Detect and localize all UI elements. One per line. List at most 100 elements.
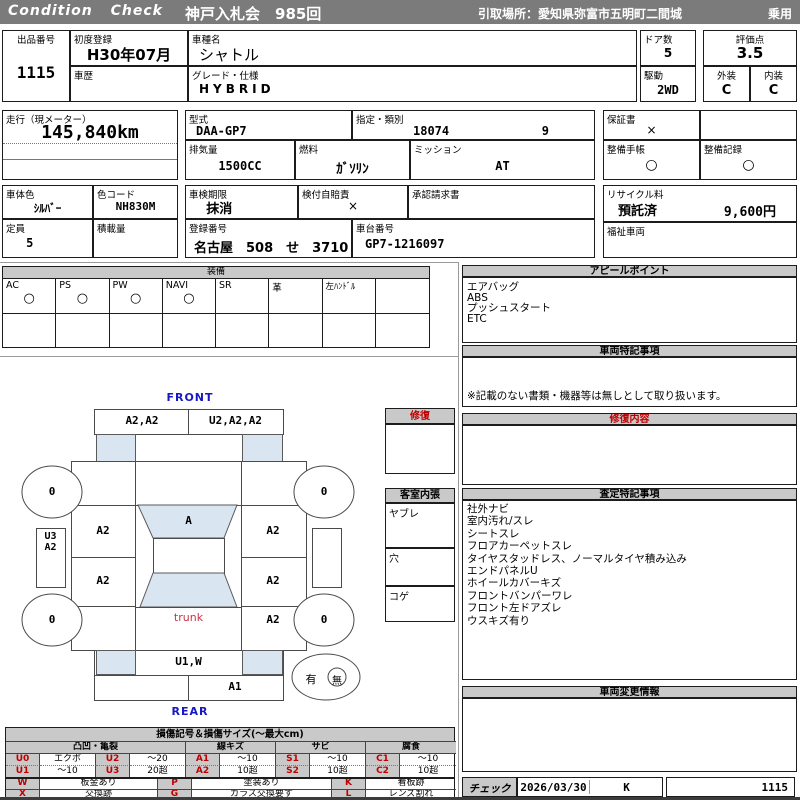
interior-trim-row-tear: ヤブレ: [385, 503, 455, 548]
assessment-item: シートスレ: [467, 527, 520, 540]
equipment-cell: PW ○: [110, 279, 163, 313]
drive-label: 駆動: [644, 71, 664, 82]
vehicle-category: 乗用: [767, 7, 792, 21]
tire-rear-left-code: 0: [48, 613, 56, 626]
registration-number-label: 登録番号: [189, 224, 228, 235]
exterior-grade-cell: 外装 C: [703, 66, 750, 102]
equipment-cell: [269, 313, 323, 347]
first-registration-value: H30年07月: [86, 46, 172, 64]
legend-code: A2: [186, 765, 220, 777]
check-inspector: K: [623, 781, 630, 794]
maintenance-book-label: 整備手帳: [607, 145, 646, 156]
assessment-item: 室内汚れ/スレ: [467, 515, 534, 528]
interior-trim-label: 穴: [389, 554, 399, 565]
equipment-cell: [322, 313, 376, 347]
rear-panel-code: U1,W: [175, 655, 202, 668]
payload-label: 積載量: [97, 224, 126, 235]
type-class-cell: 指定・類別 18074 9: [352, 110, 595, 140]
maintenance-book-value: ○: [645, 157, 658, 173]
fuel-value: ｶﾞｿﾘﾝ: [336, 162, 369, 177]
grade-value: HYBRID: [199, 82, 275, 96]
equipment-cell: SR: [216, 279, 270, 313]
rear-label: REAR: [171, 705, 209, 718]
chassis-number-value: GP7-1216097: [365, 237, 445, 251]
empty-cell: [700, 110, 797, 140]
equipment-cell: [376, 279, 429, 313]
divider: [0, 262, 458, 263]
recycle-fee-value: 9,600円: [723, 205, 776, 220]
equipment-cell: AC ○: [3, 279, 57, 313]
left-front-panel-code: A2: [96, 524, 110, 537]
presence-no-label: 無: [332, 676, 342, 687]
presence-yes-label: 有: [305, 673, 317, 686]
type-class-label: 指定・類別: [356, 115, 404, 126]
legend-cell: 20超: [130, 765, 186, 777]
lot-number-value: 1115: [16, 63, 56, 82]
legend-code: A1: [186, 753, 220, 765]
transmission-label: ミッション: [414, 145, 462, 156]
legend-code: S1: [276, 753, 310, 765]
legend-code: W: [6, 779, 40, 789]
front-bumper-left-code: A2,A2: [125, 414, 159, 427]
front-bumper-right-code: U2,A2,A2: [209, 414, 262, 427]
legend-code: U3: [96, 765, 130, 777]
equipment-cell: [56, 313, 110, 347]
brand-logo: Condition Check: [8, 3, 163, 19]
auction-title: 神戸入札会 985回: [185, 5, 322, 23]
assessment-item: タイヤスタッドレス、ノーマルタイヤ積み込み: [467, 552, 687, 565]
assessment-notes-title: 査定特記事項: [462, 488, 797, 500]
change-info-title: 車両変更情報: [462, 686, 797, 698]
equipment-value: ○: [23, 291, 35, 306]
tire-front-left-code: 0: [48, 485, 56, 498]
check-date: 2026/03/30: [520, 781, 587, 794]
displacement-value: 1500CC: [218, 159, 262, 173]
capacity-label: 定員: [6, 224, 26, 235]
legend-code: K: [332, 779, 366, 789]
interior-trim-label: ヤブレ: [389, 509, 419, 520]
front-label: FRONT: [166, 391, 214, 404]
fuel-cell: 燃料 ｶﾞｿﾘﾝ: [295, 140, 410, 180]
class-number-value: 9: [541, 124, 549, 138]
equipment-label: 左ﾊﾝﾄﾞﾙ: [325, 282, 356, 292]
exterior-grade-label: 外装: [716, 71, 736, 82]
equipment-value: ○: [183, 291, 195, 306]
legend-code: U1: [6, 765, 40, 777]
history-label2: 車歴: [74, 71, 94, 82]
displacement-label: 排気量: [189, 145, 218, 156]
equipment-cell: [109, 313, 163, 347]
interior-grade-value: C: [768, 83, 779, 98]
warranty-value: ×: [646, 123, 657, 137]
equipment-label: 革: [272, 283, 282, 294]
warranty-cell: 保証書 ×: [603, 110, 700, 140]
history-cell: 車歴: [70, 66, 188, 102]
legend-cell: 10超: [220, 765, 276, 777]
insurance-value: ×: [347, 199, 359, 213]
right-quarter-panel-code: A2: [266, 613, 280, 626]
doors-value: 5: [663, 46, 673, 60]
registration-number-value: 名古屋 508 せ 3710: [194, 241, 349, 256]
legend-cell: ～10: [40, 765, 96, 777]
equipment-label: PW: [112, 280, 128, 291]
first-registration-cell: 初度登録 H30年07月: [70, 30, 188, 66]
legend-cell: ～10: [400, 753, 456, 765]
check-lot-number-cell: 1115: [666, 777, 795, 797]
model-code-cell: 型式 DAA-GP7: [185, 110, 352, 140]
fuel-label: 燃料: [299, 145, 319, 156]
change-info-body: [462, 698, 797, 772]
equipment-cell: NAVI ○: [163, 279, 216, 313]
divider: [3, 159, 177, 160]
color-code-value: NH830M: [115, 200, 156, 213]
divider: [3, 143, 177, 144]
drive-value: 2WD: [657, 83, 679, 97]
body-color-cell: 車体色 ｼﾙﾊﾞｰ: [2, 185, 93, 219]
equipment-label: PS: [59, 280, 72, 291]
legend-cell: ～10: [220, 753, 276, 765]
body-color-label: 車体色: [6, 190, 35, 201]
doors-label: ドア数: [644, 35, 673, 46]
legend-code: U2: [96, 753, 130, 765]
assessment-item: フロアカーペットスレ: [467, 540, 572, 553]
legend-cell: エクボ: [40, 753, 96, 765]
legend-code: U0: [6, 753, 40, 765]
model-code-value: DAA-GP7: [196, 124, 247, 138]
legend-cell: 10超: [400, 765, 456, 777]
